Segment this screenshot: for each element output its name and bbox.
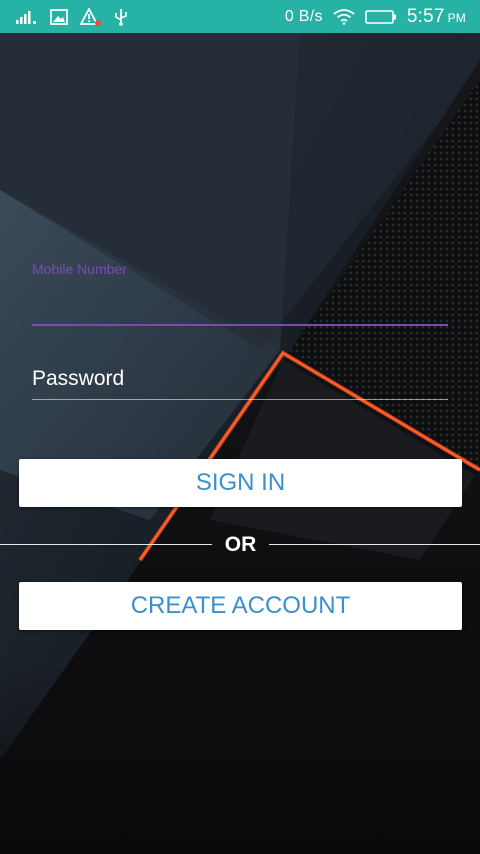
clock-time: 5:57 [406, 5, 445, 27]
usb-icon [114, 8, 128, 26]
mobile-number-underline [32, 324, 448, 326]
mobile-number-label: Mobile Number [32, 261, 127, 277]
mobile-number-input[interactable] [32, 282, 448, 322]
create-account-button[interactable]: CREATE ACCOUNT [19, 582, 462, 630]
status-bar: 0 B/s 5:57 PM [0, 0, 480, 33]
warning-icon [80, 7, 102, 26]
password-input[interactable] [32, 360, 448, 398]
network-speed: 0 B/s [284, 7, 323, 25]
status-clock: 5:57 PM [407, 6, 466, 28]
password-field [32, 360, 448, 405]
battery-icon [365, 9, 397, 25]
divider-text: OR [224, 533, 257, 556]
image-notification-icon [50, 8, 68, 25]
background-wallpaper [0, 0, 480, 854]
sign-in-button[interactable]: SIGN IN [19, 459, 462, 507]
divider-line-left [0, 544, 212, 545]
password-underline [32, 399, 448, 400]
login-screen: 0 B/s 5:57 PM Mobile Number SIGN IN OR C… [0, 0, 480, 854]
or-divider: OR [0, 530, 480, 560]
signal-icon [16, 9, 38, 25]
wifi-icon [333, 8, 355, 25]
mobile-number-field: Mobile Number [32, 258, 448, 328]
clock-ampm: PM [447, 10, 466, 25]
divider-line-right [269, 544, 480, 545]
